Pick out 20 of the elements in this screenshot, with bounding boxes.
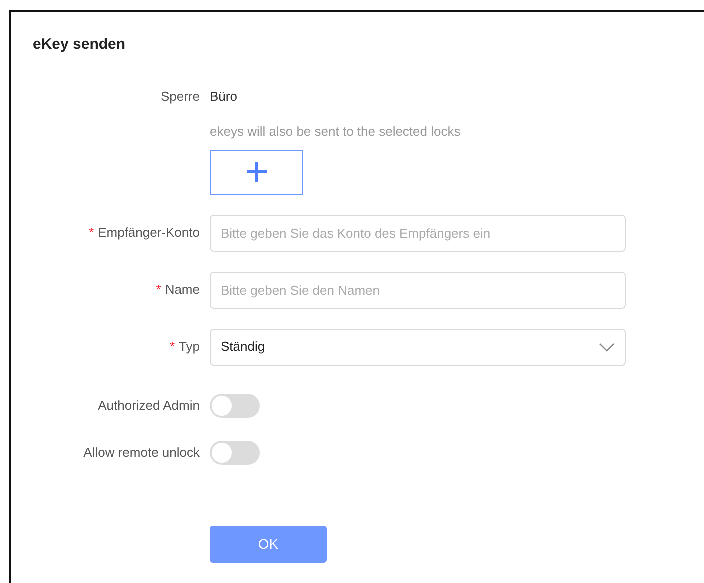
toggle-switch[interactable]: [210, 394, 260, 418]
field-label: Typ: [179, 339, 200, 354]
required-mark: *: [170, 339, 176, 354]
required-mark: *: [89, 225, 94, 240]
field-label: Empfänger-Konto: [98, 225, 200, 240]
required-mark: *: [156, 282, 162, 298]
switch-label: Authorized Admin: [98, 398, 200, 413]
switch-label: Allow remote unlock: [84, 444, 200, 460]
plus-icon: [246, 161, 268, 183]
lock-value: Büro: [210, 88, 238, 106]
text-field[interactable]: Bitte geben Sie den Namen: [210, 272, 626, 308]
text-field[interactable]: Bitte geben Sie das Konto des Empfängers ein: [210, 214, 626, 252]
chevron-down-icon: [599, 342, 615, 352]
select-field[interactable]: Ständig: [210, 328, 626, 366]
toggle-switch[interactable]: [210, 440, 260, 464]
add-lock-button[interactable]: [210, 150, 303, 194]
field-label: Name: [165, 282, 200, 298]
dialog-title: eKey senden: [33, 35, 126, 55]
field-label: Sperre: [160, 88, 200, 104]
hint-text: ekeys will also be sent to the selected locks: [210, 123, 461, 141]
